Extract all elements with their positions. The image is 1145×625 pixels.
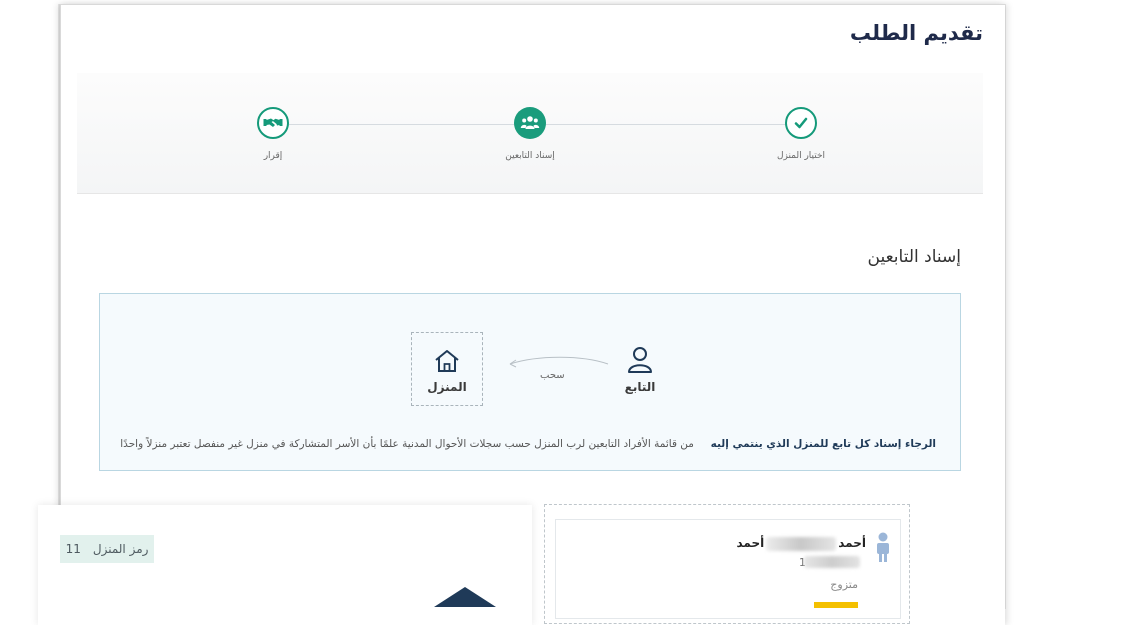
drop-target-house: المنزل [411,332,483,406]
handshake-icon [257,107,289,139]
house-code-value: 11 [65,542,81,556]
step-acknowledgement[interactable]: إقرار [213,107,333,161]
redacted-name [766,536,837,551]
member-status: متزوج [830,578,858,591]
status-badge [814,602,858,608]
step-label: إقرار [263,151,283,161]
progress-stepper: اختيار المنزل إسناد التابعين إقرار [77,73,983,194]
section-title: إسناد التابعين [867,247,961,267]
instructions-box: التابع سحب المنزل الرجاء إسناد كل تابع ل… [99,293,961,471]
instruction-body: من قائمة الأفراد التابعين لرب المنزل حسب… [120,438,694,450]
instruction-text: الرجاء إسناد كل تابع للمنزل الذي ينتمي إ… [120,438,936,450]
step-select-house[interactable]: اختيار المنزل [741,107,861,161]
house-card[interactable]: رمز المنزل 11 [38,505,532,625]
member-name: أحمد أحمد [736,536,866,551]
users-icon [514,107,546,139]
redacted-id [804,556,860,568]
check-icon [785,107,817,139]
person-icon [628,347,652,373]
person-icon [877,532,889,562]
step-label: إسناد التابعين [505,151,555,161]
house-code-label: رمز المنزل [92,542,149,556]
drag-source-member: التابع [612,346,668,394]
member-name-last: أحمد [736,536,765,550]
instruction-bold: الرجاء إسناد كل تابع للمنزل الذي ينتمي إ… [710,438,936,450]
drag-label: سحب [540,370,565,381]
page-title: تقديم الطلب [849,21,983,45]
member-label: التابع [624,380,656,394]
house-roof-icon [434,587,496,611]
step-assign-dependents[interactable]: إسناد التابعين [470,107,590,161]
step-label: اختيار المنزل [776,151,826,161]
dependents-dropzone[interactable]: أحمدأحمد 1 متزوج [544,504,910,624]
house-icon [435,350,459,372]
dependent-card[interactable]: أحمدأحمد 1 متزوج [555,519,901,619]
member-name-first: أحمد [838,536,866,550]
house-label: المنزل [427,380,467,394]
house-code-badge: رمز المنزل 11 [60,535,154,563]
